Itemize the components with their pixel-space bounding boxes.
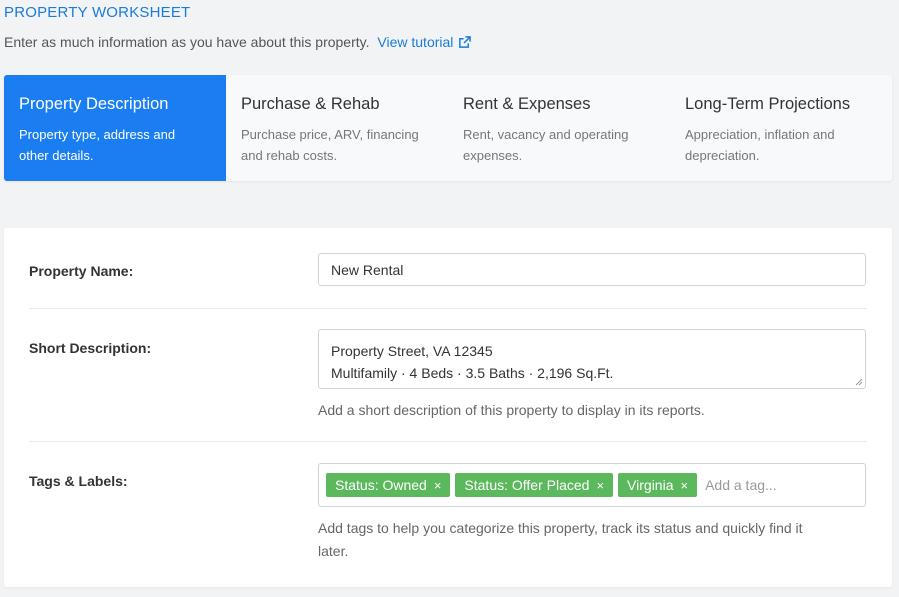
- worksheet-steps: Property Description Property type, addr…: [4, 75, 892, 181]
- step-description-line: Appreciation, inflation and: [685, 127, 835, 142]
- tag-chip: Status: Offer Placed ×: [455, 473, 614, 497]
- divider: [29, 441, 867, 442]
- short-description-label: Short Description:: [29, 340, 152, 356]
- short-description-line: Multifamily · 4 Beds · 3.5 Baths · 2,196…: [331, 365, 614, 381]
- tag-label: Status: Offer Placed: [464, 477, 590, 493]
- tags-help-line: later.: [318, 543, 349, 559]
- step-description: Appreciation, inflation and depreciation…: [685, 124, 877, 166]
- step-title: Long-Term Projections: [685, 95, 851, 113]
- step-description: Property type, address and other details…: [19, 124, 211, 166]
- close-icon[interactable]: ×: [596, 478, 604, 493]
- add-tag-input[interactable]: [705, 477, 806, 493]
- short-description-textarea[interactable]: Property Street, VA 12345 Multifamily · …: [318, 329, 866, 389]
- step-description-line: expenses.: [463, 148, 523, 163]
- short-description-help: Add a short description of this property…: [318, 402, 705, 418]
- step-property-description[interactable]: Property Description Property type, addr…: [4, 75, 226, 181]
- step-description-line: and rehab costs.: [241, 148, 338, 163]
- external-link-icon: [459, 36, 472, 48]
- short-description-line: Property Street, VA 12345: [331, 343, 493, 359]
- step-description-line: Rent, vacancy and operating: [463, 127, 629, 142]
- property-name-label: Property Name:: [29, 263, 134, 279]
- divider: [29, 308, 867, 309]
- resize-grip-icon[interactable]: [855, 378, 863, 386]
- property-form-card: Property Name: New Rental Short Descript…: [4, 228, 892, 587]
- view-tutorial-link[interactable]: View tutorial: [377, 34, 472, 50]
- step-description-line: Purchase price, ARV, financing: [241, 127, 419, 142]
- tag-chip: Status: Owned ×: [326, 473, 451, 497]
- step-long-term-projections[interactable]: Long-Term Projections Appreciation, infl…: [670, 75, 892, 181]
- step-title: Property Description: [19, 95, 169, 113]
- close-icon[interactable]: ×: [434, 478, 442, 493]
- step-title: Purchase & Rehab: [241, 95, 380, 113]
- tags-help-line: Add tags to help you categorize this pro…: [318, 520, 803, 536]
- tag-chip: Virginia ×: [618, 473, 698, 497]
- page-title: PROPERTY WORKSHEET: [4, 4, 191, 21]
- view-tutorial-label: View tutorial: [377, 34, 454, 50]
- tags-help: Add tags to help you categorize this pro…: [318, 517, 866, 563]
- step-rent-expenses[interactable]: Rent & Expenses Rent, vacancy and operat…: [448, 75, 670, 181]
- tags-label: Tags & Labels:: [29, 473, 128, 489]
- step-description-line: Property type, address and: [19, 127, 176, 142]
- step-purchase-rehab[interactable]: Purchase & Rehab Purchase price, ARV, fi…: [226, 75, 448, 181]
- step-title: Rent & Expenses: [463, 95, 591, 113]
- tags-input-box[interactable]: Status: Owned × Status: Offer Placed × V…: [318, 463, 866, 507]
- page-subtitle: Enter as much information as you have ab…: [4, 34, 472, 50]
- property-name-value: New Rental: [331, 262, 404, 278]
- subtitle-text: Enter as much information as you have ab…: [4, 34, 370, 50]
- tag-label: Virginia: [627, 477, 674, 493]
- tag-label: Status: Owned: [335, 477, 427, 493]
- step-description: Purchase price, ARV, financing and rehab…: [241, 124, 433, 166]
- property-name-input[interactable]: New Rental: [318, 253, 866, 286]
- step-description-line: depreciation.: [685, 148, 760, 163]
- step-description-line: other details.: [19, 148, 94, 163]
- step-description: Rent, vacancy and operating expenses.: [463, 124, 655, 166]
- close-icon[interactable]: ×: [680, 478, 688, 493]
